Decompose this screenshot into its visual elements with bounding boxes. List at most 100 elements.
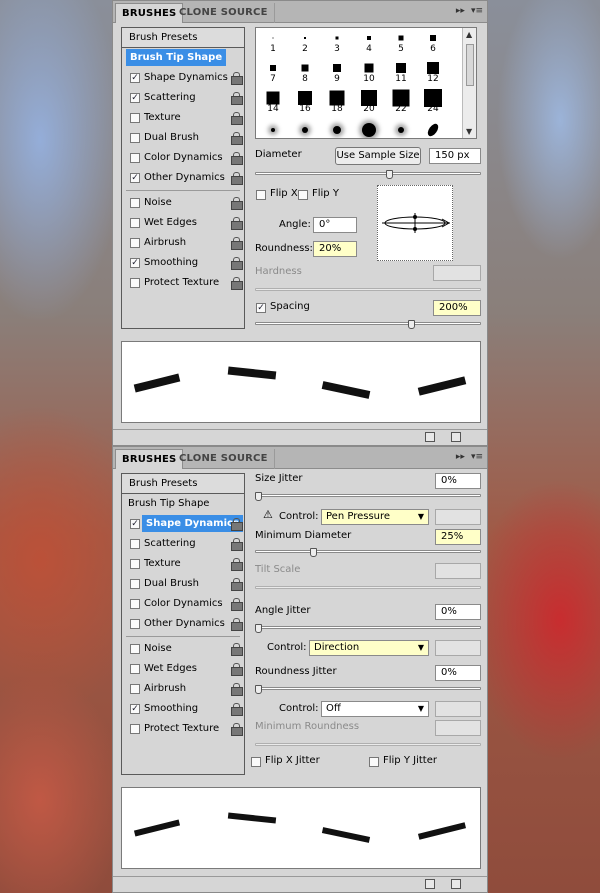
flip-x-jitter-checkbox[interactable]: [251, 757, 261, 767]
brush-setting-checkbox[interactable]: [130, 133, 140, 143]
new-preset-icon[interactable]: [425, 432, 435, 442]
brush-setting-item[interactable]: Airbrush: [122, 679, 244, 699]
brush-tip-cell[interactable]: 14: [258, 90, 288, 114]
brush-setting-checkbox[interactable]: [130, 198, 140, 208]
brush-tip-cell[interactable]: 20: [354, 90, 384, 114]
brush-setting-item[interactable]: Texture: [122, 108, 244, 128]
lock-icon[interactable]: [231, 72, 243, 85]
brush-setting-item[interactable]: Scattering: [122, 534, 244, 554]
brush-setting-checkbox[interactable]: ✓: [130, 173, 140, 183]
trash-icon[interactable]: [451, 879, 461, 889]
lock-icon[interactable]: [231, 703, 243, 716]
brush-tip-cell[interactable]: 1: [258, 30, 288, 54]
brush-setting-checkbox[interactable]: [130, 539, 140, 549]
diameter-slider[interactable]: [255, 170, 481, 179]
brush-tip-cell[interactable]: 8: [290, 60, 320, 84]
brush-tip-cell[interactable]: 5: [386, 30, 416, 54]
lock-icon[interactable]: [231, 683, 243, 696]
new-preset-icon[interactable]: [425, 879, 435, 889]
brush-setting-checkbox[interactable]: ✓: [130, 93, 140, 103]
brush-setting-item[interactable]: Noise: [122, 193, 244, 213]
use-sample-size-button[interactable]: Use Sample Size: [335, 147, 421, 165]
roundness-control-dropdown[interactable]: Off ▼: [321, 701, 429, 717]
brush-tip-cell[interactable]: 16: [290, 90, 320, 114]
brush-setting-item[interactable]: ✓ Smoothing: [122, 699, 244, 719]
brush-setting-item[interactable]: Protect Texture: [122, 273, 244, 293]
roundness-jitter-slider[interactable]: [255, 685, 481, 694]
angle-roundness-widget[interactable]: [377, 185, 453, 261]
brush-tip-cell[interactable]: 7: [258, 60, 288, 84]
brush-tip-grid[interactable]: 1 2 3 4 5 6 7 8 9 10 11 12 14 16 18 20 22 24 ▲ ▼: [255, 27, 477, 139]
panel-menu-controls[interactable]: ▸▸ ▾≡: [450, 6, 483, 16]
lock-icon[interactable]: [231, 558, 243, 571]
brush-setting-checkbox[interactable]: [130, 113, 140, 123]
brush-setting-item[interactable]: ✓ Shape Dynamics: [122, 68, 244, 88]
scroll-up-icon[interactable]: ▲: [466, 30, 472, 39]
brush-tip-cell[interactable]: 12: [418, 60, 448, 84]
brush-tip-cell[interactable]: 4: [354, 30, 384, 54]
brush-setting-item[interactable]: Dual Brush: [122, 574, 244, 594]
brush-setting-checkbox[interactable]: ✓: [130, 519, 140, 529]
minimum-diameter-slider[interactable]: [255, 548, 481, 557]
brush-tip-shape-item[interactable]: Brush Tip Shape: [122, 494, 244, 514]
collapse-icon[interactable]: ▸▸: [456, 452, 465, 462]
minimum-diameter-slider-knob[interactable]: [310, 548, 317, 557]
size-control-dropdown[interactable]: Pen Pressure ▼: [321, 509, 429, 525]
brush-setting-checkbox[interactable]: [130, 559, 140, 569]
brush-setting-item[interactable]: Texture: [122, 554, 244, 574]
brush-setting-item[interactable]: Wet Edges: [122, 659, 244, 679]
brush-setting-checkbox[interactable]: [130, 278, 140, 288]
brush-setting-checkbox[interactable]: [130, 579, 140, 589]
lock-icon[interactable]: [231, 598, 243, 611]
diameter-field[interactable]: 150 px: [429, 148, 481, 164]
lock-icon[interactable]: [231, 538, 243, 551]
brush-setting-checkbox[interactable]: [130, 153, 140, 163]
brush-setting-item[interactable]: Noise: [122, 639, 244, 659]
size-jitter-field[interactable]: 0%: [435, 473, 481, 489]
brush-setting-checkbox[interactable]: [130, 684, 140, 694]
brush-tip-cell[interactable]: 2: [290, 30, 320, 54]
panel-menu-icon[interactable]: ▾≡: [471, 6, 483, 16]
brush-tip-cell[interactable]: [418, 121, 448, 138]
brush-setting-item[interactable]: Color Dynamics: [122, 148, 244, 168]
lock-icon[interactable]: [231, 112, 243, 125]
flip-y-jitter-checkbox[interactable]: [369, 757, 379, 767]
flip-x-checkbox[interactable]: [256, 190, 266, 200]
flip-y-checkbox[interactable]: [298, 190, 308, 200]
brush-tip-cell[interactable]: 6: [418, 30, 448, 54]
brush-setting-item[interactable]: Wet Edges: [122, 213, 244, 233]
roundness-field[interactable]: 20%: [313, 241, 357, 257]
lock-icon[interactable]: [231, 277, 243, 290]
brush-setting-item[interactable]: Color Dynamics: [122, 594, 244, 614]
tab-clone-source[interactable]: CLONE SOURCE: [173, 449, 275, 469]
brush-tip-cell[interactable]: 10: [354, 60, 384, 84]
angle-jitter-slider-knob[interactable]: [255, 624, 262, 633]
trash-icon[interactable]: [451, 432, 461, 442]
tab-clone-source[interactable]: CLONE SOURCE: [173, 3, 275, 23]
lock-icon[interactable]: [231, 132, 243, 145]
angle-field[interactable]: 0°: [313, 217, 357, 233]
angle-jitter-field[interactable]: 0%: [435, 604, 481, 620]
size-jitter-slider[interactable]: [255, 492, 481, 501]
brush-tip-shape-item[interactable]: Brush Tip Shape: [122, 48, 244, 68]
lock-icon[interactable]: [231, 257, 243, 270]
lock-icon[interactable]: [231, 197, 243, 210]
roundness-jitter-slider-knob[interactable]: [255, 685, 262, 694]
spacing-slider-knob[interactable]: [408, 320, 415, 329]
spacing-checkbox[interactable]: ✓: [256, 303, 266, 313]
scroll-down-icon[interactable]: ▼: [466, 127, 472, 136]
brush-tip-cell[interactable]: 3: [322, 30, 352, 54]
brush-setting-item[interactable]: ✓ Other Dynamics: [122, 168, 244, 188]
brush-tip-cell[interactable]: [354, 122, 384, 138]
brush-tip-cell[interactable]: [290, 122, 320, 138]
brush-presets-button[interactable]: Brush Presets: [122, 28, 244, 48]
size-jitter-slider-knob[interactable]: [255, 492, 262, 501]
brush-setting-item[interactable]: ✓ Scattering: [122, 88, 244, 108]
brush-presets-button[interactable]: Brush Presets: [122, 474, 244, 494]
brush-setting-checkbox[interactable]: [130, 599, 140, 609]
grid-scrollbar[interactable]: ▲ ▼: [462, 28, 476, 138]
brush-setting-item[interactable]: Other Dynamics: [122, 614, 244, 634]
lock-icon[interactable]: [231, 618, 243, 631]
lock-icon[interactable]: [231, 518, 243, 531]
brush-setting-checkbox[interactable]: [130, 218, 140, 228]
